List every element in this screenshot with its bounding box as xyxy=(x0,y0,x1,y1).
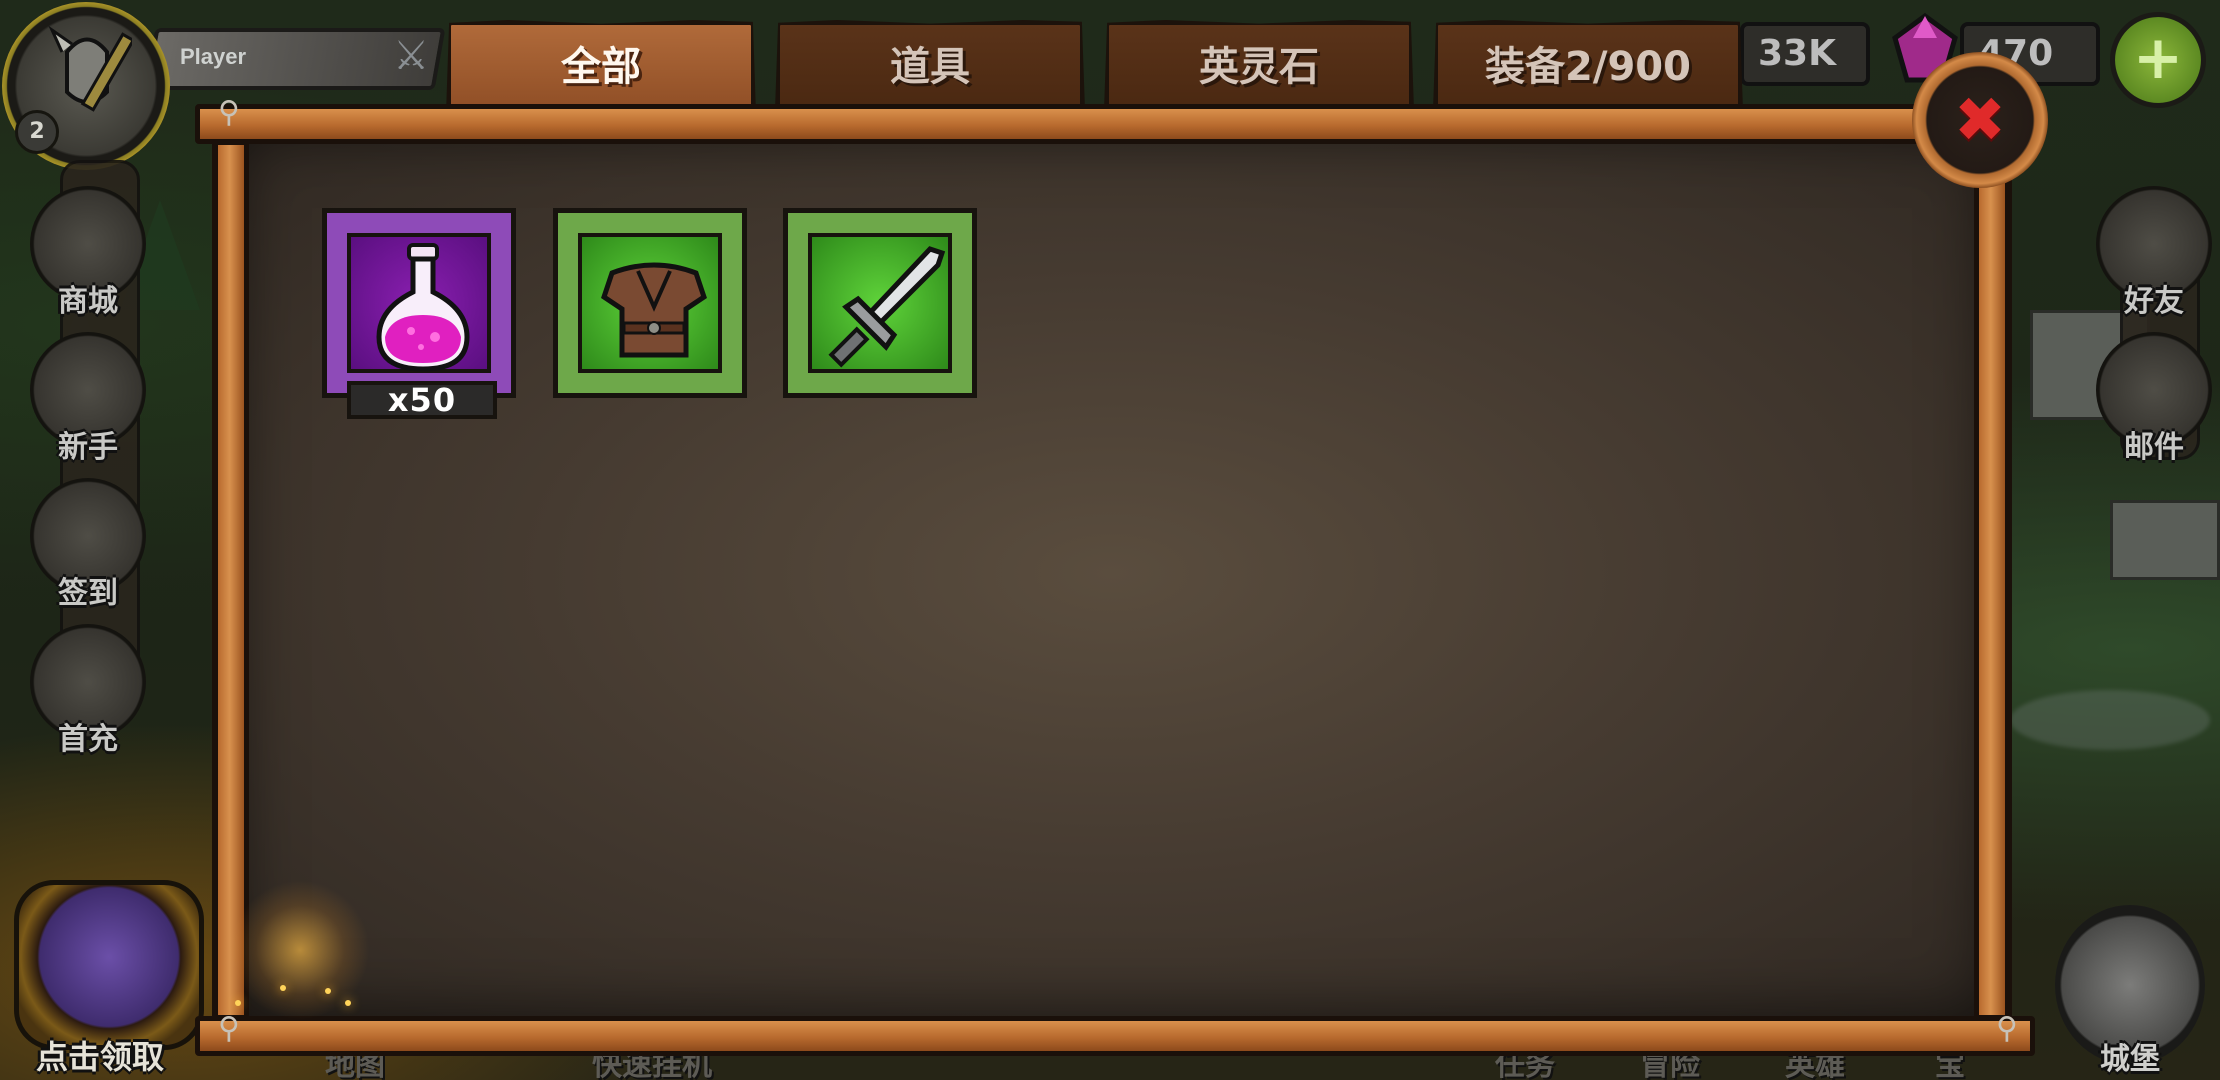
nail-icon: ⚲ xyxy=(1996,1011,2018,1046)
level-badge: 2 xyxy=(15,110,59,154)
close-icon: ✖ xyxy=(1954,83,2006,156)
shop-label: 商城 xyxy=(58,284,118,319)
sparkle-dot xyxy=(325,988,331,994)
inventory-slot-armor[interactable] xyxy=(553,208,747,398)
nail-icon: ⚲ xyxy=(218,95,240,130)
add-gems-button[interactable]: + xyxy=(2110,12,2206,108)
novice-label: 新手 xyxy=(58,430,118,465)
armor-icon xyxy=(601,262,707,358)
tab-spirit-stones[interactable]: 英灵石 xyxy=(1104,20,1414,110)
gold-counter: 33K xyxy=(1740,22,1870,86)
shop-button[interactable]: 商城 xyxy=(28,186,148,319)
checkin-label: 签到 xyxy=(58,576,118,611)
sparkle-glow xyxy=(230,880,370,1020)
novice-button[interactable]: 新手 xyxy=(28,332,148,465)
tab-all[interactable]: 全部 xyxy=(446,20,756,114)
slot-inner xyxy=(808,233,952,373)
sword-icon xyxy=(828,246,946,368)
sparkle-dot xyxy=(280,985,286,991)
frame-right-plank xyxy=(1974,140,2010,1020)
friends-label: 好友 xyxy=(2124,284,2184,319)
mail-label: 邮件 xyxy=(2124,430,2184,465)
nail-icon: ⚲ xyxy=(218,1011,240,1046)
sparkle-dot xyxy=(345,1000,351,1006)
sparkle-dot xyxy=(235,1000,241,1006)
castle-label: 城堡 xyxy=(2100,1042,2160,1077)
item-quantity: x50 xyxy=(347,381,497,419)
checkin-button[interactable]: 签到 xyxy=(28,478,148,611)
reward-chest-button[interactable] xyxy=(14,880,204,1050)
tab-equipment[interactable]: 装备2/900 xyxy=(1433,20,1743,110)
first-recharge-button[interactable]: 首充 xyxy=(28,624,148,757)
first-recharge-label: 首充 xyxy=(58,722,118,757)
cloud-decoration xyxy=(2010,690,2210,750)
player-name: Player xyxy=(180,44,247,69)
inventory-slot-potion[interactable]: x50 xyxy=(322,208,516,419)
friends-button[interactable]: 好友 xyxy=(2094,186,2214,319)
house-decoration xyxy=(2110,500,2220,580)
close-button[interactable]: ✖ xyxy=(1912,52,2048,188)
mail-button[interactable]: 邮件 xyxy=(2094,332,2214,465)
slot-inner xyxy=(347,233,491,373)
tab-items[interactable]: 道具 xyxy=(775,20,1085,110)
chest-claim-label: 点击领取 xyxy=(36,1038,165,1076)
frame-bottom-plank xyxy=(195,1016,2035,1056)
crossed-swords-icon: ⚔ xyxy=(393,33,429,79)
slot-inner xyxy=(578,233,722,373)
potion-icon xyxy=(376,243,470,372)
frame-top-plank xyxy=(195,104,1935,144)
frame-left-plank xyxy=(213,140,249,1020)
inventory-slot-sword[interactable] xyxy=(783,208,977,398)
